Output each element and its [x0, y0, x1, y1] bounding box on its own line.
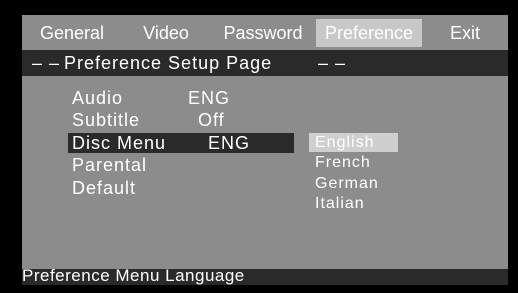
page-title-bar: – – Preference Setup Page – –	[22, 50, 508, 76]
status-text: Preference Menu Language	[22, 266, 245, 285]
menu-item-label: Subtitle	[72, 110, 141, 130]
page-title: Preference Setup Page	[64, 53, 273, 73]
option-english[interactable]: English	[315, 133, 374, 153]
option-italian[interactable]: Italian	[315, 194, 365, 214]
tab-bar: General Video Password Preference Exit	[22, 19, 508, 47]
option-french[interactable]: French	[315, 153, 371, 173]
menu-item-label: Disc Menu	[72, 133, 167, 153]
dvd-setup-screen: General Video Password Preference Exit –…	[0, 0, 518, 293]
menu-item-label: Audio	[72, 88, 124, 108]
tab-password[interactable]: Password	[214, 19, 312, 47]
setup-panel: General Video Password Preference Exit –…	[22, 15, 508, 285]
option-german[interactable]: German	[315, 174, 379, 194]
menu-item-value: ENG	[188, 88, 231, 108]
menu-item-label: Default	[72, 178, 137, 198]
tab-exit[interactable]: Exit	[426, 19, 504, 47]
title-dash-left: – –	[32, 53, 61, 73]
menu-item-value: ENG	[208, 133, 251, 153]
tab-general[interactable]: General	[26, 19, 118, 47]
menu-item-label: Parental	[72, 155, 148, 175]
tab-preference[interactable]: Preference	[316, 19, 422, 47]
title-dash-right: – –	[318, 53, 347, 73]
menu-item-value: Off	[198, 110, 225, 130]
tab-video[interactable]: Video	[122, 19, 210, 47]
